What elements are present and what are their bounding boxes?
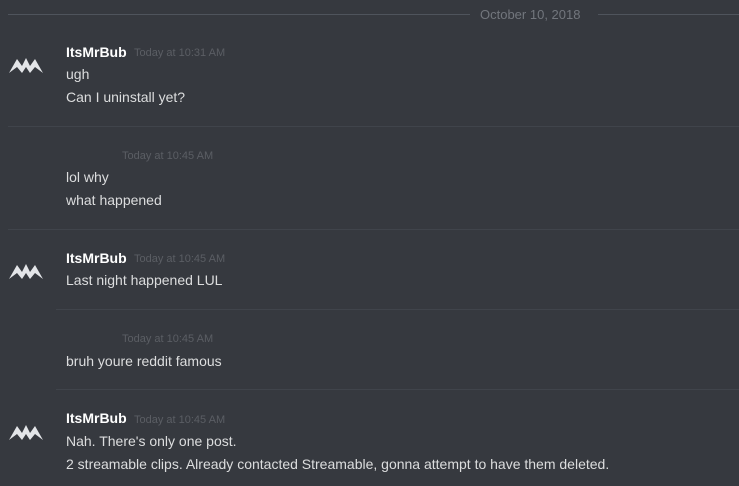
message-text: bruh youre reddit famous [66, 353, 222, 369]
message-timestamp: Today at 10:45 AM [122, 333, 214, 345]
message-text: ugh [66, 66, 90, 82]
message-timestamp: Today at 10:31 AM [134, 47, 226, 59]
mountain-logo-icon[interactable] [8, 419, 44, 441]
message-separator [56, 389, 739, 390]
message-separator [8, 126, 739, 127]
divider-date: October 10, 2018 [480, 7, 581, 22]
message-text: Nah. There's only one post. [66, 433, 237, 449]
divider-line [8, 14, 470, 15]
message-author[interactable]: ItsMrBub [66, 248, 127, 268]
message-text: Last night happened LUL [66, 272, 223, 288]
divider-line [598, 14, 739, 15]
message-text: what happened [66, 192, 162, 208]
message-author[interactable]: ItsMrBub [66, 42, 127, 62]
message-timestamp: Today at 10:45 AM [134, 253, 226, 265]
message-separator [56, 309, 739, 310]
message-author[interactable]: ItsMrBub [66, 408, 127, 428]
message-text: lol why [66, 169, 109, 185]
mountain-logo-icon[interactable] [8, 52, 44, 74]
chat-messages[interactable]: October 10, 2018 ItsMrBub Today at 10:31… [0, 0, 739, 486]
mountain-logo-icon[interactable] [8, 258, 44, 280]
message-text: 2 streamable clips. Already contacted St… [66, 456, 610, 472]
message-timestamp: Today at 10:45 AM [134, 414, 226, 426]
date-divider: October 10, 2018 [8, 6, 739, 24]
message-timestamp: Today at 10:45 AM [122, 150, 214, 162]
message-text: Can I uninstall yet? [66, 89, 186, 105]
message-separator [8, 229, 739, 230]
